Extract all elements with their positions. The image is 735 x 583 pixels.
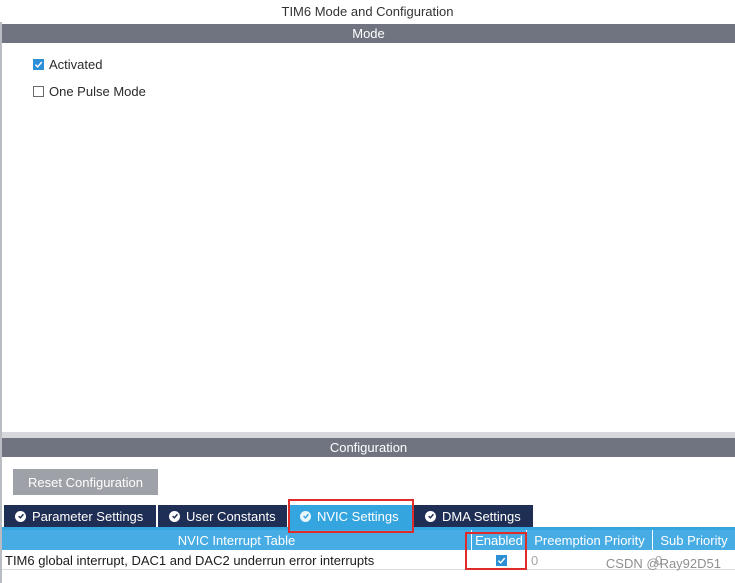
check-circle-icon — [169, 510, 180, 522]
tab-parameter-settings[interactable]: Parameter Settings — [4, 505, 156, 527]
preemption-priority-cell[interactable]: 0 — [531, 550, 538, 570]
one-pulse-mode-checkbox[interactable] — [33, 86, 44, 97]
checkmark-icon — [34, 61, 43, 68]
interrupt-name-cell: TIM6 global interrupt, DAC1 and DAC2 und… — [5, 552, 375, 568]
highlight-box-nvic-tab — [288, 499, 414, 533]
tab-label: DMA Settings — [442, 508, 521, 524]
tab-dma-settings[interactable]: DMA Settings — [414, 505, 533, 527]
one-pulse-mode-option[interactable]: One Pulse Mode — [33, 84, 146, 99]
column-header-preemption-priority[interactable]: Preemption Priority — [527, 530, 653, 550]
configuration-section-header: Configuration — [2, 438, 735, 457]
column-header-interrupt-table[interactable]: NVIC Interrupt Table — [2, 530, 472, 550]
watermark: CSDN @Ray92D51 — [605, 556, 721, 571]
activated-label: Activated — [49, 57, 103, 72]
tab-label: User Constants — [186, 508, 276, 524]
tab-label: Parameter Settings — [32, 508, 144, 524]
window-title: TIM6 Mode and Configuration — [281, 3, 454, 19]
check-circle-icon — [425, 510, 436, 522]
activated-checkbox[interactable] — [33, 59, 44, 70]
highlight-box-enabled — [465, 532, 527, 570]
one-pulse-mode-label: One Pulse Mode — [49, 84, 146, 99]
reset-configuration-button[interactable]: Reset Configuration — [13, 469, 158, 495]
check-circle-icon — [15, 510, 26, 522]
mode-section-header: Mode — [2, 24, 735, 43]
mode-panel: Activated One Pulse Mode — [2, 43, 735, 432]
column-header-sub-priority[interactable]: Sub Priority — [653, 530, 735, 550]
activated-option[interactable]: Activated — [33, 57, 102, 72]
tab-user-constants[interactable]: User Constants — [158, 505, 287, 527]
